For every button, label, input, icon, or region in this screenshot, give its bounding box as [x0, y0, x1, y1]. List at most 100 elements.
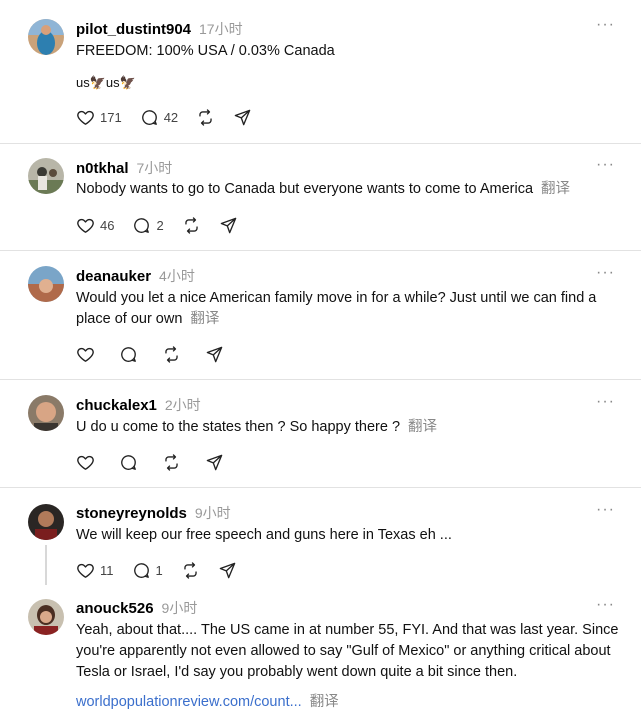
username[interactable]: pilot_dustint904 17小时 [76, 19, 243, 39]
repost-button[interactable] [196, 108, 215, 127]
more-options-icon[interactable]: ··· [596, 596, 615, 614]
post: anouck526 9小时 ··· Yeah, about that.... Th… [0, 588, 641, 714]
reply-button[interactable] [119, 453, 138, 472]
post-text: Nobody wants to go to Canada but everyon… [76, 179, 621, 200]
avatar[interactable] [28, 599, 64, 635]
external-link[interactable]: worldpopulationreview.com/count... [76, 694, 302, 710]
like-button[interactable] [76, 453, 95, 472]
post-text-content: Nobody wants to go to Canada but everyon… [76, 181, 534, 197]
share-button[interactable] [219, 216, 238, 235]
more-options-icon[interactable]: ··· [596, 393, 615, 411]
username-text[interactable]: n0tkhal [76, 160, 129, 177]
send-icon [205, 345, 224, 364]
post: pilot_dustint904 17小时 ··· FREEDOM: 100% U… [0, 0, 641, 144]
post-text-content: Would you let a nice American family mov… [76, 290, 597, 327]
post-time: 9小时 [161, 600, 198, 616]
like-button[interactable]: 11 [76, 561, 114, 580]
like-count: 46 [100, 217, 115, 233]
share-button[interactable] [218, 561, 237, 580]
translate-link[interactable]: 翻译 [310, 694, 339, 710]
translate-link[interactable]: 翻译 [541, 181, 570, 197]
username[interactable]: deanauker 4小时 [76, 266, 195, 286]
like-button[interactable]: 46 [76, 216, 114, 235]
heart-icon [76, 561, 95, 580]
avatar[interactable] [28, 395, 64, 431]
repost-icon [162, 345, 181, 364]
reply-button[interactable] [119, 345, 138, 364]
heart-icon [76, 453, 95, 472]
username[interactable]: anouck526 9小时 [76, 598, 197, 618]
reply-button[interactable]: 2 [132, 216, 164, 235]
post: chuckalex1 2小时 ··· U do u come to the sta… [0, 380, 641, 487]
comment-icon [119, 345, 138, 364]
avatar[interactable] [28, 19, 64, 55]
repost-button[interactable] [182, 216, 201, 235]
post-text: U do u come to the states then ? So happ… [76, 417, 621, 438]
more-options-icon[interactable]: ··· [596, 156, 615, 174]
username-text[interactable]: deanauker [76, 268, 151, 285]
translate-link[interactable]: 翻译 [408, 419, 437, 435]
repost-button[interactable] [162, 345, 181, 364]
post-text-content: U do u come to the states then ? So happ… [76, 419, 401, 435]
share-button[interactable] [205, 453, 224, 472]
post-time: 7小时 [136, 160, 173, 176]
username[interactable]: n0tkhal 7小时 [76, 158, 172, 178]
reply-count: 1 [155, 562, 163, 578]
more-options-icon[interactable]: ··· [596, 264, 615, 282]
username-text[interactable]: anouck526 [76, 600, 154, 617]
reply-count: 42 [163, 109, 179, 125]
send-icon [219, 216, 238, 235]
reply-count: 2 [156, 217, 164, 233]
username[interactable]: stoneyreynolds 9小时 [76, 503, 231, 523]
post-emoji-line: us🦅us🦅 [76, 75, 136, 90]
post-text: We will keep our free speech and guns he… [76, 527, 452, 543]
reply-button[interactable]: 42 [140, 108, 178, 127]
username-text[interactable]: stoneyreynolds [76, 505, 187, 522]
avatar-image [28, 504, 64, 540]
username-text[interactable]: pilot_dustint904 [76, 21, 191, 38]
post-time: 2小时 [164, 397, 201, 413]
heart-icon [76, 345, 95, 364]
avatar-image [28, 266, 64, 302]
post-time: 17小时 [199, 21, 243, 37]
more-options-icon[interactable]: ··· [596, 501, 615, 519]
more-options-icon[interactable]: ··· [596, 16, 615, 34]
heart-icon [76, 108, 95, 127]
username[interactable]: chuckalex1 2小时 [76, 395, 201, 415]
avatar[interactable] [28, 158, 64, 194]
post: deanauker 4小时 ··· Would you let a nice Am… [0, 251, 641, 379]
comment-icon [119, 453, 138, 472]
comment-icon [140, 108, 159, 127]
repost-icon [181, 561, 200, 580]
avatar[interactable] [28, 504, 64, 540]
post-actions: 11 1 [76, 560, 255, 580]
comment-icon [132, 216, 151, 235]
share-button[interactable] [205, 345, 224, 364]
post-time: 4小时 [159, 268, 195, 284]
post-text: FREEDOM: 100% USA / 0.03% Canada [76, 43, 335, 59]
reply-button[interactable]: 1 [132, 561, 163, 580]
repost-button[interactable] [181, 561, 200, 580]
avatar-image [28, 395, 64, 431]
post: stoneyreynolds 9小时 ··· We will keep our f… [0, 488, 641, 588]
like-count: 171 [100, 109, 122, 125]
avatar[interactable] [28, 266, 64, 302]
post: n0tkhal 7小时 ··· Nobody wants to go to Can… [0, 144, 641, 250]
share-button[interactable] [233, 108, 252, 127]
post-text: Would you let a nice American family mov… [76, 288, 621, 330]
translate-link[interactable]: 翻译 [190, 311, 219, 327]
heart-icon [76, 216, 95, 235]
send-icon [233, 108, 252, 127]
avatar-image [28, 19, 64, 55]
repost-icon [196, 108, 215, 127]
thread-line [45, 545, 47, 585]
username-text[interactable]: chuckalex1 [76, 397, 157, 414]
like-button[interactable] [76, 345, 95, 364]
repost-button[interactable] [162, 453, 181, 472]
like-button[interactable]: 171 [76, 108, 122, 127]
repost-icon [182, 216, 201, 235]
post-time: 9小时 [194, 505, 231, 521]
comment-icon [132, 561, 151, 580]
send-icon [205, 453, 224, 472]
post-text: Yeah, about that.... The US came in at n… [76, 622, 619, 680]
